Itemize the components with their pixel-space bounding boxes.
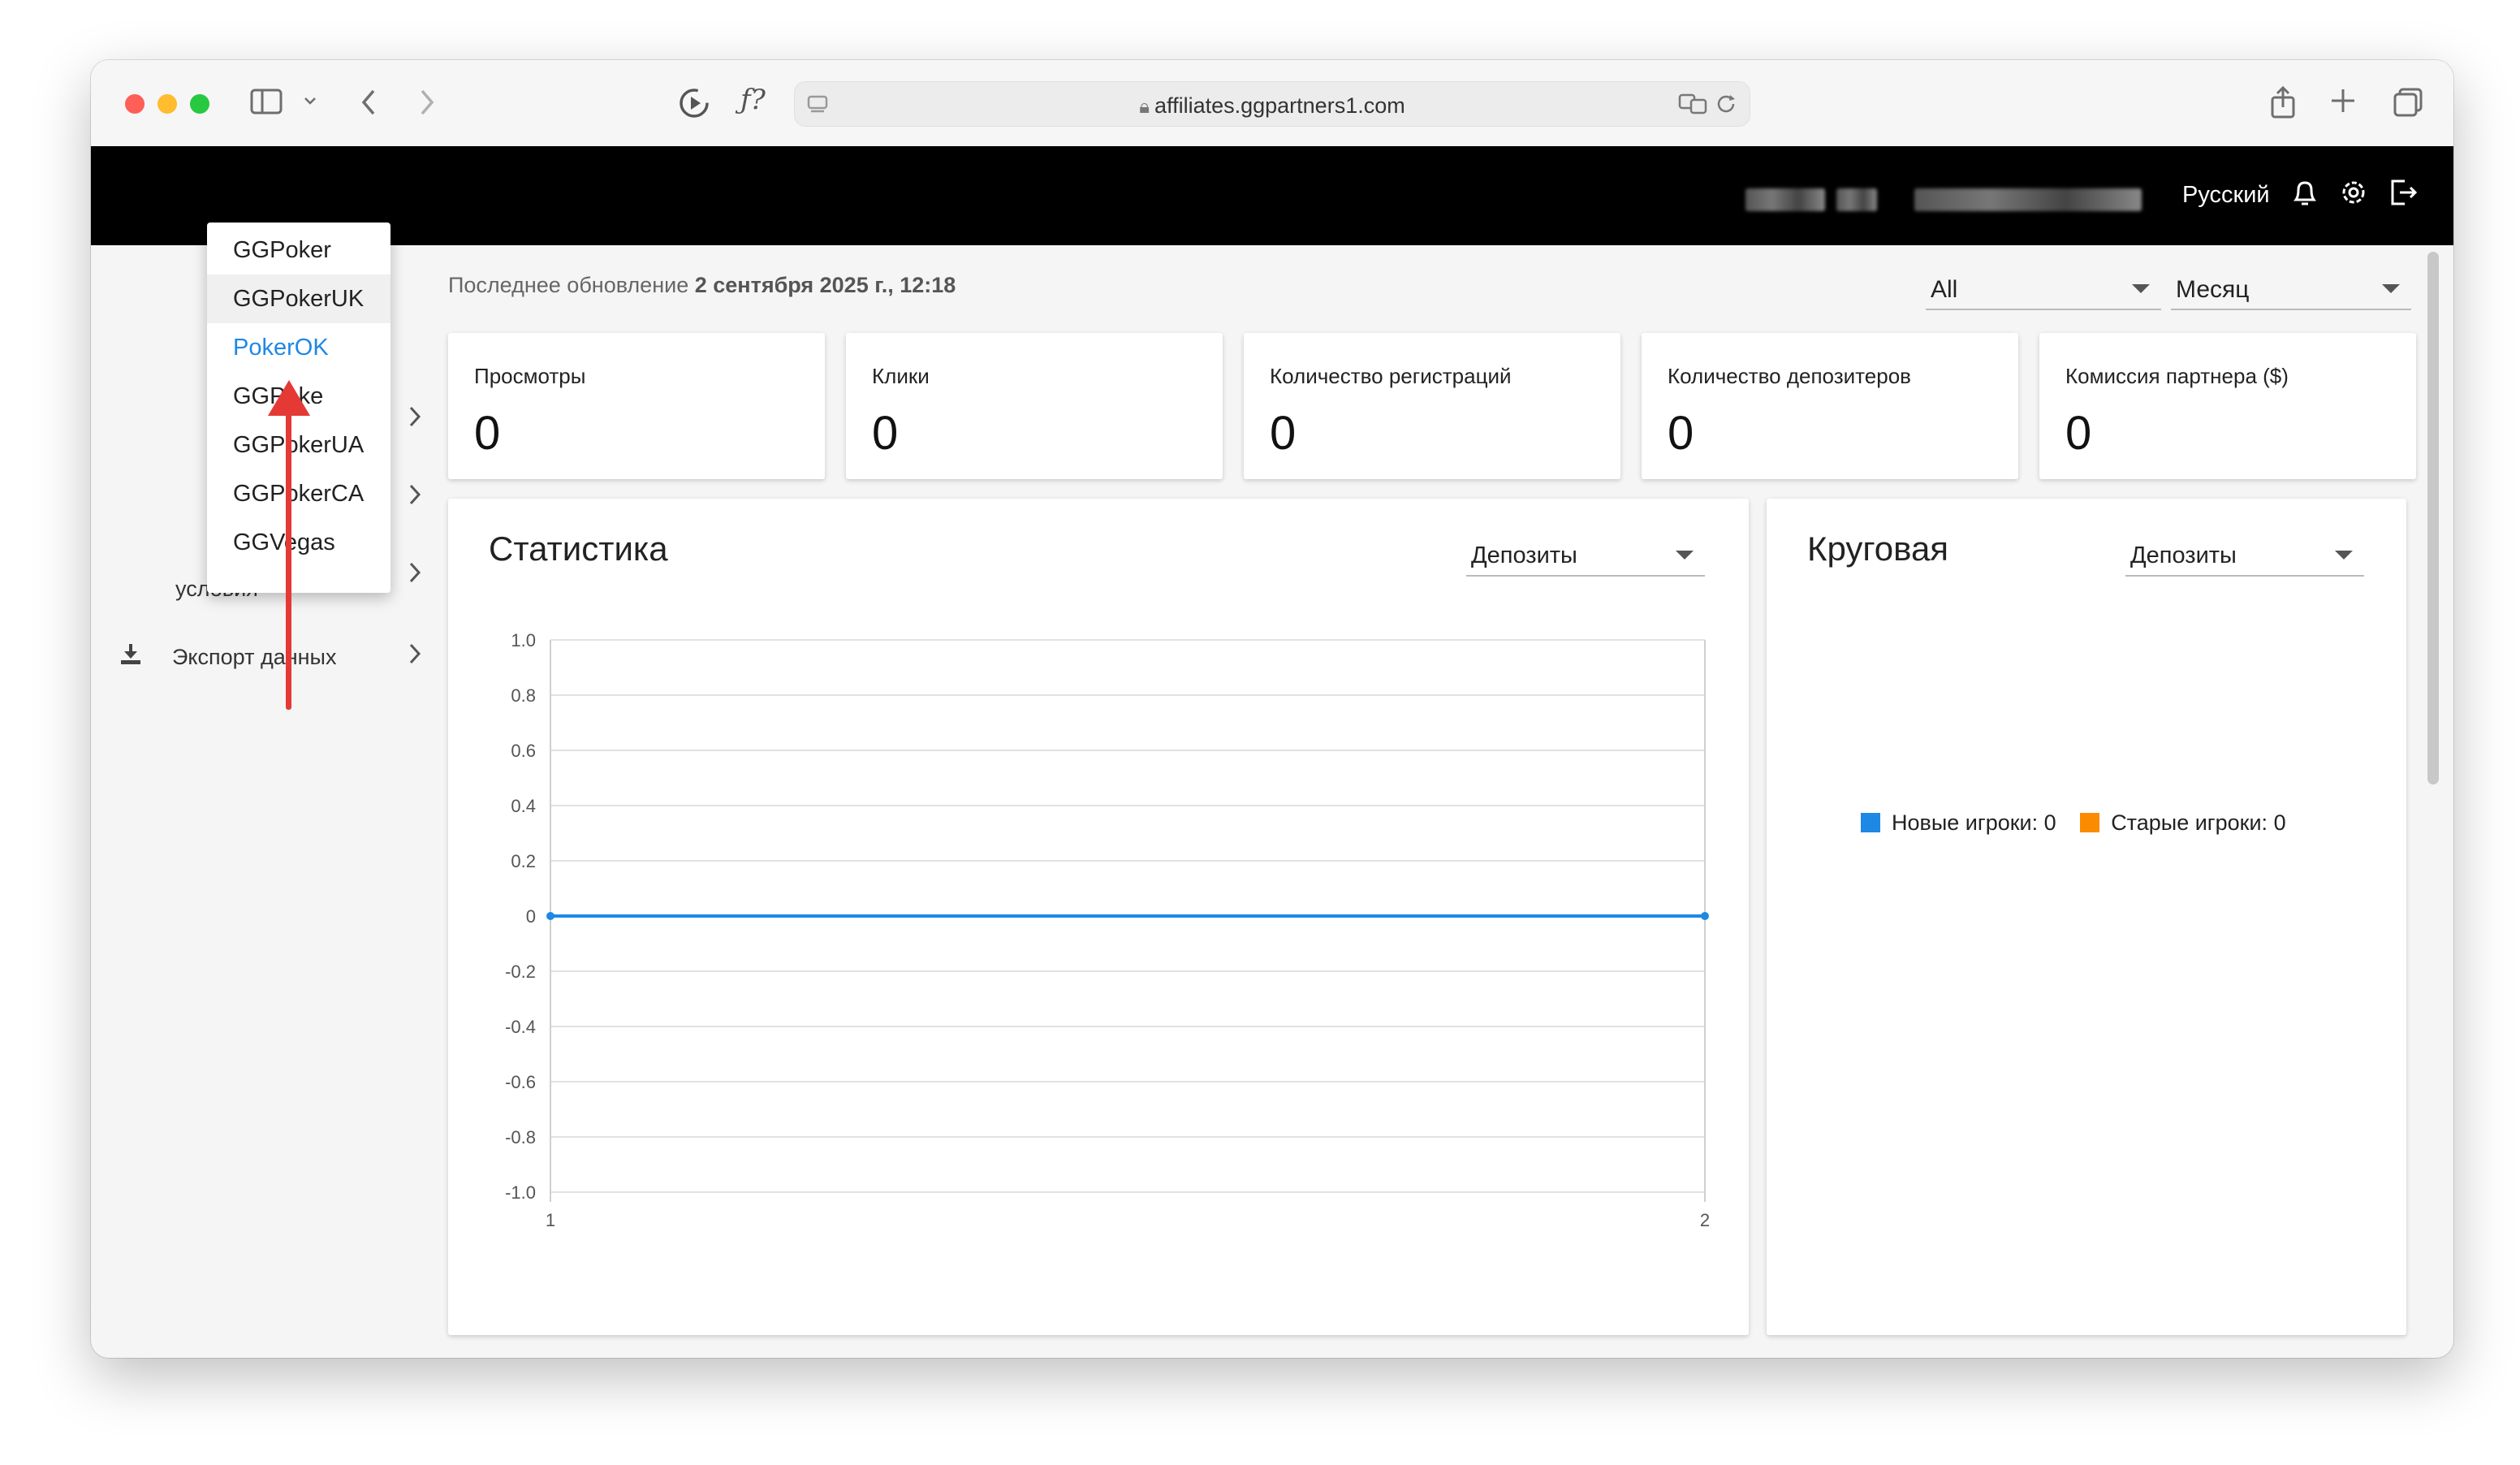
kpi-card-views: Просмотры 0 bbox=[448, 333, 825, 479]
sidebar-toggle-icon[interactable] bbox=[250, 88, 283, 121]
kpi-label: Клики bbox=[872, 364, 930, 388]
annotation-arrow bbox=[286, 401, 291, 710]
kpi-value: 0 bbox=[2065, 407, 2092, 460]
y-tick-label: 1.0 bbox=[511, 630, 536, 650]
brand-item-ggvegas[interactable]: GGVegas bbox=[207, 518, 391, 567]
page-scrollbar[interactable] bbox=[2427, 252, 2439, 784]
brand-item-ggpokeruk[interactable]: GGPokerUK bbox=[207, 274, 391, 323]
kpi-value: 0 bbox=[1270, 407, 1297, 460]
chevron-right-icon bbox=[406, 640, 424, 675]
pie-title: Круговая bbox=[1807, 529, 1949, 568]
chevron-right-icon bbox=[406, 481, 424, 516]
caret-down-icon bbox=[2335, 551, 2353, 560]
kpi-label: Количество регистраций bbox=[1270, 364, 1512, 388]
kpi-label: Комиссия партнера ($) bbox=[2065, 364, 2289, 388]
pie-metric-select[interactable]: Депозиты bbox=[2125, 531, 2364, 577]
chevron-right-icon bbox=[406, 559, 424, 594]
y-tick-label: -1.0 bbox=[505, 1182, 536, 1203]
app-header: Русский bbox=[91, 146, 2453, 245]
x-tick-label: 1 bbox=[546, 1210, 555, 1230]
y-tick-label: 0.2 bbox=[511, 851, 536, 871]
reload-icon[interactable] bbox=[1714, 92, 1738, 120]
x-tick-label: 2 bbox=[1700, 1210, 1710, 1230]
gear-icon[interactable] bbox=[2338, 177, 2369, 215]
kpi-card-commission: Комиссия партнера ($) 0 bbox=[2039, 333, 2416, 479]
lock-icon: 🔒︎ bbox=[1139, 96, 1150, 118]
y-tick-label: -0.8 bbox=[505, 1127, 536, 1147]
address-bar[interactable]: 🔒︎ affiliates.ggpartners1.com bbox=[794, 81, 1750, 127]
browser-window: ƒ? 🔒︎ affiliates.ggpartners1.com Русский… bbox=[91, 60, 2453, 1358]
data-point bbox=[546, 912, 554, 920]
last-update-text: Последнее обновление 2 сентября 2025 г.,… bbox=[448, 273, 956, 297]
zoom-window-button[interactable] bbox=[190, 94, 209, 114]
brand-item-ggpokerua[interactable]: GGPokerUA bbox=[207, 421, 391, 469]
y-tick-label: 0.4 bbox=[511, 796, 536, 816]
brand-item-ggpokerca[interactable]: GGPokerCA bbox=[207, 469, 391, 518]
share-icon[interactable] bbox=[2268, 84, 2298, 126]
y-tick-label: 0 bbox=[526, 906, 536, 927]
brand-filter-select[interactable]: All bbox=[1926, 265, 2161, 310]
legend-swatch bbox=[2080, 813, 2100, 832]
caret-down-icon bbox=[2382, 284, 2400, 293]
statistics-panel: Статистика Депозиты 1.0 0.8 0.6 0.4 0.2 0 -0.2… bbox=[448, 499, 1749, 1335]
tab-overview-icon[interactable] bbox=[2392, 86, 2424, 124]
sidebar-item-label: Экспорт данных bbox=[172, 645, 337, 669]
y-tick-label: -0.6 bbox=[505, 1072, 536, 1092]
kpi-card-registrations: Количество регистраций 0 bbox=[1244, 333, 1620, 479]
kpi-card-depositors: Количество депозитеров 0 bbox=[1642, 333, 2018, 479]
redacted-user-name bbox=[1914, 188, 2142, 211]
kpi-label: Просмотры bbox=[474, 364, 586, 388]
url-text[interactable]: 🔒︎ affiliates.ggpartners1.com bbox=[795, 93, 1750, 119]
last-update-value: 2 сентября 2025 г., 12:18 bbox=[694, 273, 956, 297]
y-tick-label: 0.6 bbox=[511, 741, 536, 761]
statistics-line-chart: 1.0 0.8 0.6 0.4 0.2 0 -0.2 -0.4 -0.6 -0.8 -1.0 1 2 bbox=[505, 630, 1710, 1230]
chevron-right-icon bbox=[406, 403, 424, 438]
legend-item-old-players[interactable]: Старые игроки: 0 bbox=[2080, 810, 2286, 836]
sidebar-item-export[interactable]: Экспорт данных bbox=[115, 633, 424, 682]
brand-item-ggpoker[interactable]: GGPoker bbox=[207, 226, 391, 274]
close-window-button[interactable] bbox=[125, 94, 145, 114]
legend-swatch bbox=[1861, 813, 1880, 832]
back-icon[interactable] bbox=[357, 88, 382, 123]
forward-icon[interactable] bbox=[414, 88, 438, 123]
redacted-user-id bbox=[1745, 188, 1825, 211]
reload-extension-icon[interactable] bbox=[677, 86, 711, 126]
kpi-card-clicks: Клики 0 bbox=[846, 333, 1223, 479]
browser-toolbar: ƒ? 🔒︎ affiliates.ggpartners1.com bbox=[91, 60, 2453, 147]
brand-item-pokerok[interactable]: PokerOK bbox=[207, 323, 391, 372]
kpi-value: 0 bbox=[474, 407, 501, 460]
translate-icon[interactable] bbox=[1678, 92, 1709, 120]
bell-icon[interactable] bbox=[2291, 177, 2319, 217]
data-point bbox=[1701, 912, 1709, 920]
kpi-value: 0 bbox=[1668, 407, 1694, 460]
caret-down-icon bbox=[2132, 284, 2150, 293]
pie-panel: Круговая Депозиты Новые игроки: 0 Старые… bbox=[1767, 499, 2406, 1335]
period-filter-select[interactable]: Месяц bbox=[2171, 265, 2411, 310]
y-tick-label: -0.2 bbox=[505, 962, 536, 982]
new-tab-icon[interactable] bbox=[2328, 86, 2358, 121]
chevron-down-icon[interactable] bbox=[302, 93, 318, 112]
kpi-label: Количество депозитеров bbox=[1668, 364, 1911, 388]
minimize-window-button[interactable] bbox=[158, 94, 177, 114]
download-icon bbox=[119, 642, 143, 672]
legend-item-new-players[interactable]: Новые игроки: 0 bbox=[1861, 810, 2056, 836]
kpi-value: 0 bbox=[872, 407, 899, 460]
pie-legend: Новые игроки: 0 Старые игроки: 0 bbox=[1861, 810, 2304, 836]
redacted-user-code bbox=[1836, 188, 1877, 211]
function-extension-icon[interactable]: ƒ? bbox=[740, 86, 766, 114]
language-selector[interactable]: Русский bbox=[2182, 182, 2270, 209]
y-tick-label: 0.8 bbox=[511, 685, 536, 706]
y-tick-label: -0.4 bbox=[505, 1017, 536, 1037]
logout-icon[interactable] bbox=[2388, 177, 2419, 215]
